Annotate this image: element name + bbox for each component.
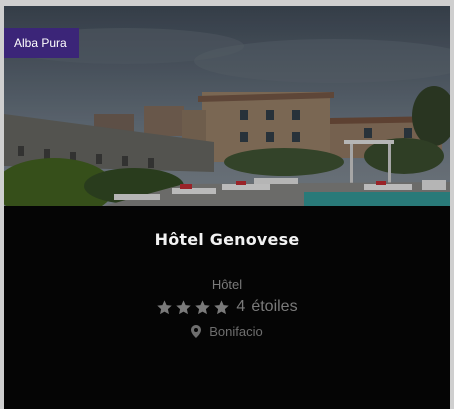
hotel-info: Hôtel Genovese Hôtel 4 étoiles Bonifacio xyxy=(4,230,450,339)
hotel-rating: 4 étoiles xyxy=(4,298,450,316)
hotel-location: Bonifacio xyxy=(4,324,450,339)
rating-stars xyxy=(156,299,230,316)
hotel-category: Hôtel xyxy=(211,277,243,292)
map-pin-icon xyxy=(191,325,202,338)
rating-count: 4 xyxy=(236,298,246,315)
star-icon xyxy=(176,299,192,314)
star-icon xyxy=(195,299,211,314)
hotel-photo[interactable]: Alba Pura xyxy=(4,6,450,206)
star-icon xyxy=(157,299,173,314)
location-text: Bonifacio xyxy=(209,324,263,339)
hotel-card[interactable]: Alba Pura Hôtel Genovese Hôtel 4 étoiles… xyxy=(4,6,450,409)
rating-unit: étoiles xyxy=(251,298,298,315)
hotel-title[interactable]: Hôtel Genovese xyxy=(4,230,450,249)
hotel-brand-badge: Alba Pura xyxy=(4,28,79,58)
star-icon xyxy=(214,299,230,314)
